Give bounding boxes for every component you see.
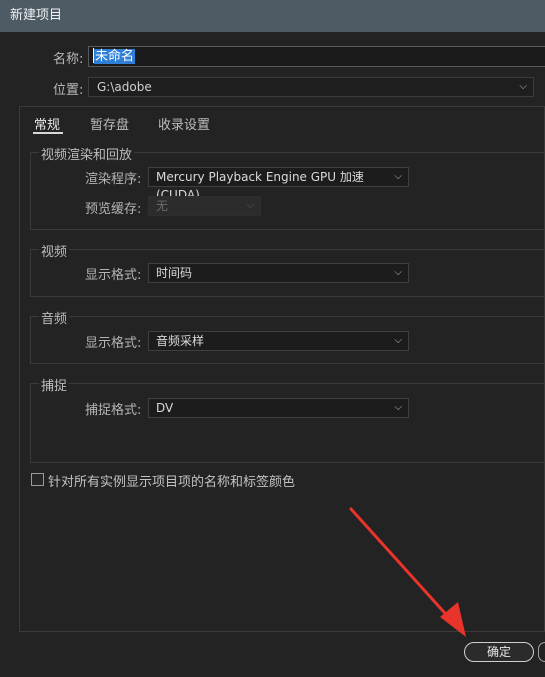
arrow-head: [440, 602, 466, 637]
annotation-arrow-icon: [349, 507, 466, 637]
new-project-dialog: 新建项目 名称: 未命名 位置: G:\adobe ⌵ 常规 暂存盘 收录设置 …: [0, 0, 545, 677]
arrow-shaft: [349, 507, 454, 623]
